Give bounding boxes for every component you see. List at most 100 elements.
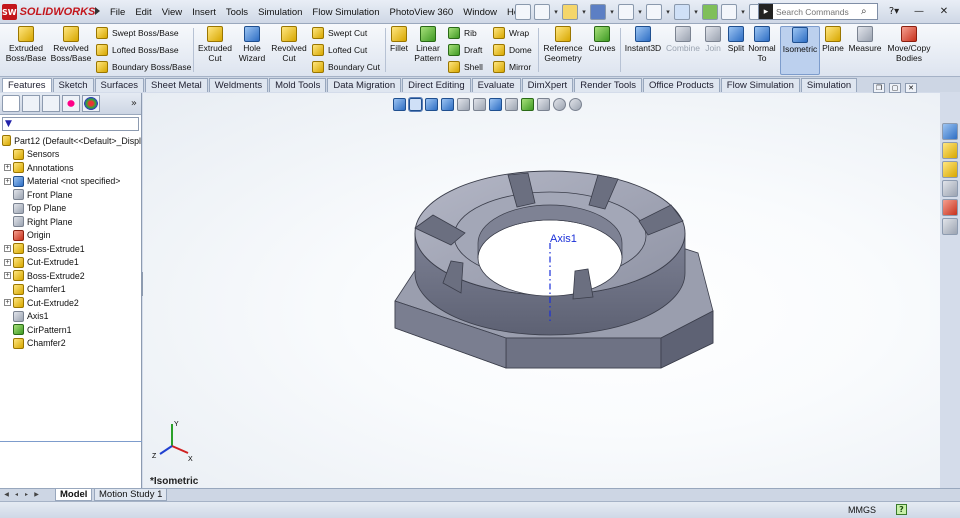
save-dropdown-icon[interactable]: ▾ xyxy=(609,4,615,20)
tree-root-part[interactable]: Part12 (Default<<Default>_Displ xyxy=(0,134,141,148)
select-arrow-icon[interactable] xyxy=(674,4,690,20)
help-icon[interactable]: ? xyxy=(896,504,907,515)
edit-appearance-icon[interactable] xyxy=(505,97,518,111)
zoom-to-fit-icon[interactable] xyxy=(393,97,406,111)
new-document-icon[interactable] xyxy=(534,4,550,20)
realview-icon[interactable] xyxy=(553,97,566,111)
feature-tree-tab-icon[interactable] xyxy=(2,95,20,112)
tab-model[interactable]: Model xyxy=(55,489,93,501)
menu-view[interactable]: View xyxy=(157,7,187,18)
panel-expand-icon[interactable]: » xyxy=(131,98,137,109)
minimize-icon[interactable]: — xyxy=(908,3,930,19)
boundary-cut-button[interactable]: Boundary Cut xyxy=(312,61,380,73)
search-icon[interactable]: ⌕ xyxy=(861,6,867,17)
tree-item-chamfer1[interactable]: Chamfer1 xyxy=(0,283,141,297)
tree-item-cut-extrude2[interactable]: + Cut-Extrude2 xyxy=(0,296,141,310)
open-dropdown-icon[interactable]: ▾ xyxy=(581,4,587,20)
tab-weldments[interactable]: Weldments xyxy=(208,78,269,92)
select-dropdown-icon[interactable]: ▾ xyxy=(693,4,699,20)
display-manager-tab-icon[interactable] xyxy=(82,95,100,112)
tab-dimxpert[interactable]: DimXpert xyxy=(521,78,574,92)
split-button[interactable]: Split xyxy=(726,26,746,54)
expand-icon[interactable]: + xyxy=(4,299,11,307)
tab-flow-simulation[interactable]: Flow Simulation xyxy=(720,78,800,92)
appearances-icon[interactable] xyxy=(942,199,958,216)
menu-simulation[interactable]: Simulation xyxy=(253,7,307,18)
combine-button[interactable]: Combine xyxy=(666,26,700,54)
expand-icon[interactable]: + xyxy=(4,245,11,253)
configuration-manager-tab-icon[interactable] xyxy=(42,95,60,112)
tab-office-products[interactable]: Office Products xyxy=(643,78,720,92)
revolved-cut-button[interactable]: Revolved Cut xyxy=(270,26,308,63)
previous-view-icon[interactable] xyxy=(425,97,438,111)
properties-dropdown-icon[interactable]: ▾ xyxy=(740,4,746,20)
next-tab-icon[interactable]: ▸ xyxy=(22,490,31,500)
move-copy-bodies-button[interactable]: Move/Copy Bodies xyxy=(886,26,932,63)
tree-item-top-plane[interactable]: Top Plane xyxy=(0,202,141,216)
expand-icon[interactable]: + xyxy=(4,258,11,266)
tab-surfaces[interactable]: Surfaces xyxy=(94,78,145,92)
tree-item-right-plane[interactable]: Right Plane xyxy=(0,215,141,229)
expand-icon[interactable]: + xyxy=(4,164,11,172)
open-folder-icon[interactable] xyxy=(562,4,578,20)
curves-button[interactable]: Curves xyxy=(587,26,617,54)
rib-button[interactable]: Rib xyxy=(448,27,477,39)
logo-arrow-icon[interactable] xyxy=(95,7,100,15)
last-tab-icon[interactable]: ▶ xyxy=(32,490,41,500)
view-orientation-icon[interactable] xyxy=(457,97,470,111)
tab-sheet-metal[interactable]: Sheet Metal xyxy=(145,78,208,92)
swept-cut-button[interactable]: Swept Cut xyxy=(312,27,367,39)
rebuild-icon[interactable] xyxy=(702,4,718,20)
shell-button[interactable]: Shell xyxy=(448,61,483,73)
tab-render-tools[interactable]: Render Tools xyxy=(574,78,643,92)
menu-insert[interactable]: Insert xyxy=(187,7,221,18)
boundary-boss-button[interactable]: Boundary Boss/Base xyxy=(96,61,191,73)
zoom-to-area-icon[interactable] xyxy=(408,96,423,112)
command-search-icon[interactable]: ▸ xyxy=(759,4,773,19)
tab-sketch[interactable]: Sketch xyxy=(52,78,94,92)
menu-tools[interactable]: Tools xyxy=(221,7,253,18)
tree-item-axis1[interactable]: Axis1 xyxy=(0,310,141,324)
new-dropdown-icon[interactable]: ▾ xyxy=(553,4,559,20)
help-dropdown-icon[interactable]: ?▾ xyxy=(883,3,905,19)
extruded-boss-button[interactable]: Extruded Boss/Base xyxy=(6,26,46,63)
solidworks-logo[interactable]: SW SOLIDWORKS xyxy=(2,3,95,21)
shadows-icon[interactable] xyxy=(569,97,582,111)
graphics-area[interactable]: Axis1 xyxy=(143,93,940,488)
tree-item-annotations[interactable]: + Annotations xyxy=(0,161,141,175)
draft-button[interactable]: Draft xyxy=(448,44,482,56)
units-indicator[interactable]: MMGS xyxy=(848,505,876,515)
undo-icon[interactable] xyxy=(646,4,662,20)
file-properties-icon[interactable] xyxy=(721,4,737,20)
custom-properties-icon[interactable] xyxy=(942,218,958,235)
dome-button[interactable]: Dome xyxy=(493,44,532,56)
pin-icon[interactable] xyxy=(515,4,531,20)
tab-data-migration[interactable]: Data Migration xyxy=(327,78,402,92)
lofted-cut-button[interactable]: Lofted Cut xyxy=(312,44,367,56)
print-icon[interactable] xyxy=(618,4,634,20)
tree-item-boss-extrude2[interactable]: + Boss-Extrude2 xyxy=(0,269,141,283)
tab-simulation[interactable]: Simulation xyxy=(800,78,858,92)
tree-item-cut-extrude1[interactable]: + Cut-Extrude1 xyxy=(0,256,141,270)
join-button[interactable]: Join xyxy=(703,26,723,54)
menu-file[interactable]: File xyxy=(105,7,130,18)
linear-pattern-button[interactable]: Linear Pattern xyxy=(413,26,443,63)
tree-item-cirpattern1[interactable]: CirPattern1 xyxy=(0,323,141,337)
display-style-icon[interactable] xyxy=(473,97,486,111)
section-view-icon[interactable] xyxy=(441,97,454,111)
tree-item-chamfer2[interactable]: Chamfer2 xyxy=(0,337,141,351)
panel-splitter[interactable] xyxy=(0,441,142,442)
hole-wizard-button[interactable]: Hole Wizard xyxy=(236,26,268,63)
extruded-cut-button[interactable]: Extruded Cut xyxy=(196,26,234,63)
doc-close-icon[interactable]: ✕ xyxy=(905,83,917,93)
restore-icon[interactable]: ❐ xyxy=(873,83,885,93)
design-library-icon[interactable] xyxy=(942,142,958,159)
instant3d-button[interactable]: Instant3D xyxy=(623,26,663,54)
wrap-button[interactable]: Wrap xyxy=(493,27,529,39)
tree-item-material-not-specified[interactable]: + Material <not specified> xyxy=(0,175,141,189)
isometric-button[interactable]: Isometric xyxy=(780,26,820,75)
tab-evaluate[interactable]: Evaluate xyxy=(471,78,521,92)
revolved-boss-button[interactable]: Revolved Boss/Base xyxy=(50,26,92,63)
measure-button[interactable]: Measure xyxy=(847,26,883,54)
view-settings-icon[interactable] xyxy=(537,97,550,111)
